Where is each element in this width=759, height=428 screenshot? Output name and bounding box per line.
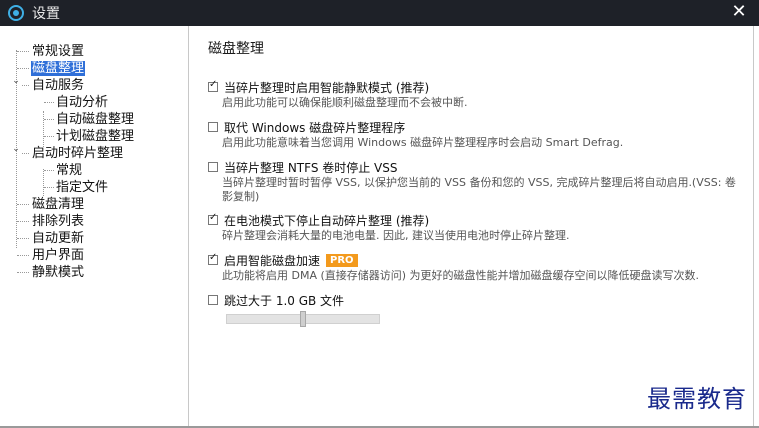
sidebar-item-exclude-list[interactable]: 排除列表 — [32, 213, 84, 230]
option-label: 当碎片整理时启用智能静默模式 (推荐) — [224, 80, 430, 95]
sidebar-item-auto-defrag[interactable]: 自动磁盘整理 — [56, 111, 134, 128]
sidebar-item-label: 指定文件 — [56, 180, 109, 195]
page-title: 磁盘整理 — [208, 41, 264, 57]
sidebar-item-general[interactable]: 常规设置 — [32, 43, 84, 60]
option-description: 当碎片整理时暂时暂停 VSS, 以保护您当前的 VSS 备份和您的 VSS, 完… — [222, 176, 736, 203]
option-label: 取代 Windows 磁盘碎片整理程序 — [224, 120, 406, 135]
tree-branch — [22, 85, 29, 86]
title-bar: 设置 ✕ — [0, 0, 759, 26]
sidebar-item-label: 用户界面 — [32, 248, 85, 263]
tree-branch — [44, 136, 54, 137]
skip-large-files-checkbox[interactable] — [208, 295, 218, 305]
sidebar-item-label: 计划磁盘整理 — [56, 129, 135, 144]
battery-mode-checkbox[interactable] — [208, 212, 218, 225]
tree-guide — [43, 111, 44, 147]
sidebar-item-label: 磁盘整理 — [31, 61, 86, 76]
sidebar-item-silent-mode[interactable]: 静默模式 — [32, 264, 84, 281]
tree-branch — [17, 255, 29, 256]
app-logo-icon — [8, 5, 24, 21]
option-label: 在电池模式下停止自动碎片整理 (推荐) — [224, 213, 430, 228]
option-label: 当碎片整理 NTFS 卷时停止 VSS — [224, 160, 398, 175]
window-title: 设置 — [32, 6, 60, 22]
tree-guide — [43, 169, 44, 196]
sidebar-item-label: 静默模式 — [32, 265, 85, 280]
close-button[interactable]: ✕ — [729, 2, 749, 22]
sidebar-item-label: 自动分析 — [56, 95, 109, 110]
pro-badge: PRO — [326, 253, 358, 267]
sidebar-item-label: 自动更新 — [32, 231, 85, 246]
settings-nav-tree: 常规设置 磁盘整理 ⌄ 自动服务 自动分析 自动磁盘整理 计划磁盘整理 ⌄ 启动… — [0, 26, 189, 426]
tree-branch — [44, 187, 54, 188]
settings-panel: 磁盘整理 当碎片整理时启用智能静默模式 (推荐) 启用此功能可以确保能顺利磁盘整… — [189, 26, 754, 426]
sidebar-item-boot-defrag[interactable]: 启动时碎片整理 — [32, 145, 123, 162]
option-replace-windows-defrag: 取代 Windows 磁盘碎片整理程序 启用此功能意味着当您调用 Windows… — [208, 119, 748, 150]
tree-branch — [22, 153, 29, 154]
option-description: 启用此功能意味着当您调用 Windows 磁盘碎片整理程序时会启动 Smart … — [222, 136, 624, 149]
file-size-slider-thumb[interactable] — [300, 311, 306, 327]
sidebar-item-boot-general[interactable]: 常规 — [56, 162, 82, 179]
option-disk-boost: 启用智能磁盘加速 PRO 此功能将启用 DMA (直接存储器访问) 为更好的磁盘… — [208, 252, 748, 283]
sidebar-item-scheduled-defrag[interactable]: 计划磁盘整理 — [56, 128, 134, 145]
sidebar-item-defrag[interactable]: 磁盘整理 — [31, 60, 86, 77]
sidebar-item-label: 启动时碎片整理 — [32, 146, 124, 161]
sidebar-item-label: 自动磁盘整理 — [56, 112, 135, 127]
option-description: 启用此功能可以确保能顺利磁盘整理而不会被中断. — [222, 96, 468, 109]
option-label: 跳过大于 1.0 GB 文件 — [224, 293, 345, 308]
sidebar-item-label: 常规设置 — [32, 44, 85, 59]
watermark-text: 最需教育 — [647, 385, 747, 413]
sidebar-item-label: 自动服务 — [32, 78, 85, 93]
sidebar-item-auto-analyze[interactable]: 自动分析 — [56, 94, 108, 111]
file-size-slider-track[interactable] — [226, 311, 380, 327]
sidebar-item-label: 常规 — [56, 163, 83, 178]
tree-branch — [17, 221, 29, 222]
sidebar-item-specified-files[interactable]: 指定文件 — [56, 179, 108, 196]
option-description: 碎片整理会消耗大量的电池电量. 因此, 建议当使用电池时停止碎片整理. — [222, 229, 570, 242]
chevron-down-icon[interactable]: ⌄ — [11, 76, 21, 86]
tree-branch — [44, 119, 54, 120]
tree-branch — [17, 68, 29, 69]
option-skip-large-files: 跳过大于 1.0 GB 文件 — [208, 292, 748, 308]
option-description: 此功能将启用 DMA (直接存储器访问) 为更好的磁盘性能并增加磁盘缓存空间以降… — [222, 269, 700, 282]
option-stop-vss: 当碎片整理 NTFS 卷时停止 VSS 当碎片整理时暂时暂停 VSS, 以保护您… — [208, 159, 748, 204]
tree-branch — [44, 170, 54, 171]
sidebar-item-user-interface[interactable]: 用户界面 — [32, 247, 84, 264]
option-smart-silent: 当碎片整理时启用智能静默模式 (推荐) 启用此功能可以确保能顺利磁盘整理而不会被… — [208, 79, 748, 110]
tree-branch — [44, 102, 54, 103]
sidebar-item-auto-service[interactable]: 自动服务 — [32, 77, 84, 94]
tree-branch — [17, 238, 29, 239]
smart-silent-checkbox[interactable] — [208, 79, 218, 92]
option-label: 启用智能磁盘加速 — [224, 253, 321, 268]
sidebar-item-disk-clean[interactable]: 磁盘清理 — [32, 196, 84, 213]
replace-windows-defrag-checkbox[interactable] — [208, 122, 218, 132]
sidebar-item-label: 排除列表 — [32, 214, 85, 229]
tree-branch — [17, 204, 29, 205]
option-battery-mode: 在电池模式下停止自动碎片整理 (推荐) 碎片整理会消耗大量的电池电量. 因此, … — [208, 212, 748, 243]
tree-branch — [17, 51, 29, 52]
stop-vss-checkbox[interactable] — [208, 162, 218, 172]
sidebar-item-label: 磁盘清理 — [32, 197, 85, 212]
chevron-down-icon[interactable]: ⌄ — [11, 144, 21, 154]
tree-branch — [17, 272, 29, 273]
sidebar-item-auto-update[interactable]: 自动更新 — [32, 230, 84, 247]
disk-boost-checkbox[interactable] — [208, 252, 218, 265]
